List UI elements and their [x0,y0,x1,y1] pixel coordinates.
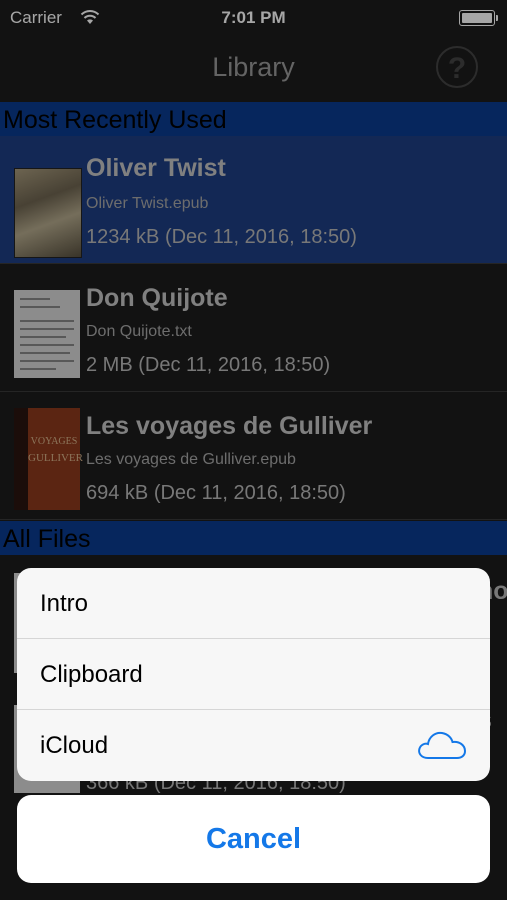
action-icloud[interactable]: iCloud [17,710,490,781]
action-label: Clipboard [40,661,143,688]
action-intro[interactable]: Intro [17,568,490,639]
cloud-icon [418,731,467,759]
action-label: iCloud [40,732,109,759]
cancel-button[interactable]: Cancel [17,795,490,883]
action-label: Intro [40,590,89,617]
action-sheet: Intro Clipboard iCloud [17,568,490,781]
action-clipboard[interactable]: Clipboard [17,639,490,710]
